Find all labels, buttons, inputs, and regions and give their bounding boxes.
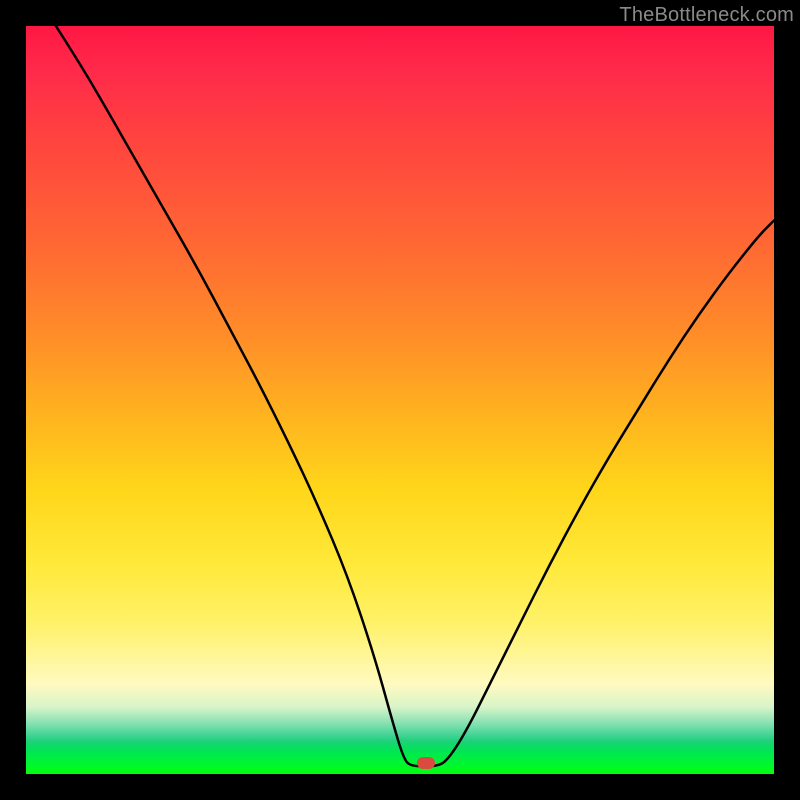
bottleneck-curve bbox=[26, 26, 774, 774]
chart-stage: TheBottleneck.com bbox=[0, 0, 800, 800]
optimum-marker bbox=[417, 757, 435, 769]
watermark-text: TheBottleneck.com bbox=[619, 4, 794, 27]
plot-area bbox=[26, 26, 774, 774]
